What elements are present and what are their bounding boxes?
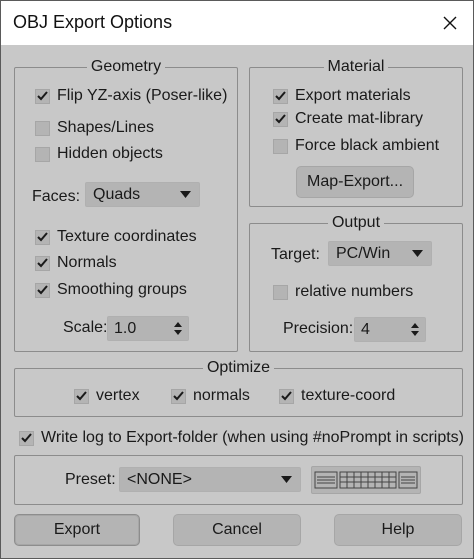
triangle-down-icon: [281, 476, 292, 483]
checkbox-box[interactable]: [171, 388, 186, 404]
scale-label: Scale:: [63, 319, 108, 336]
material-group-title: Material: [323, 58, 389, 75]
spinner-arrows-icon[interactable]: [411, 322, 419, 337]
faces-value: Quads: [93, 185, 141, 203]
optimize-vertex-label: vertex: [96, 387, 140, 404]
checkbox-box[interactable]: [273, 111, 288, 127]
preset-manager-icon: [314, 471, 418, 489]
checkmark-icon: [275, 91, 286, 101]
checkmark-icon: [281, 391, 292, 401]
optimize-group-title: Optimize: [202, 359, 275, 376]
texture-coordinates-checkbox[interactable]: Texture coordinates: [35, 226, 197, 248]
checkbox-box[interactable]: [35, 282, 50, 298]
checkmark-icon: [37, 91, 48, 101]
map-export-button[interactable]: Map-Export...: [296, 166, 414, 198]
dialog-window: OBJ Export Options Geometry Flip YZ-axis…: [0, 0, 474, 559]
precision-spinner[interactable]: 4: [354, 317, 426, 342]
checkbox-box[interactable]: [35, 229, 50, 245]
write-log-label: Write log to Export-folder (when using #…: [41, 429, 464, 446]
scale-spinner[interactable]: 1.0: [107, 316, 189, 341]
normals-checkbox[interactable]: Normals: [35, 252, 117, 274]
checkbox-box[interactable]: [273, 138, 288, 154]
precision-value: 4: [361, 320, 370, 338]
checkmark-icon: [21, 433, 32, 443]
triangle-down-icon: [412, 250, 423, 257]
texture-coordinates-label: Texture coordinates: [57, 228, 197, 245]
flip-yz-label: Flip YZ-axis (Poser-like): [57, 87, 228, 104]
optimize-normals-label: normals: [193, 387, 250, 404]
close-icon: [443, 16, 457, 30]
window-title: OBJ Export Options: [13, 12, 173, 32]
checkbox-box[interactable]: [35, 120, 50, 136]
optimize-group: Optimize vertex normals texture-coord: [14, 359, 463, 417]
close-button[interactable]: [427, 1, 473, 45]
optimize-texture-coord-checkbox[interactable]: texture-coord: [279, 385, 395, 407]
faces-label: Faces:: [32, 188, 81, 205]
checkbox-box[interactable]: [74, 388, 89, 404]
target-dropdown[interactable]: PC/Win: [328, 241, 432, 266]
spinner-arrows-icon[interactable]: [174, 321, 182, 336]
geometry-group: Geometry Flip YZ-axis (Poser-like) Shape…: [14, 58, 238, 352]
export-materials-label: Export materials: [295, 87, 411, 104]
checkmark-icon: [37, 258, 48, 268]
preset-value: <NONE>: [127, 470, 192, 488]
smoothing-groups-label: Smoothing groups: [57, 281, 187, 298]
relative-numbers-checkbox[interactable]: relative numbers: [273, 281, 413, 303]
flip-yz-checkbox[interactable]: Flip YZ-axis (Poser-like): [35, 85, 227, 107]
checkbox-box[interactable]: [19, 430, 34, 446]
hidden-objects-checkbox[interactable]: Hidden objects: [35, 143, 163, 165]
optimize-vertex-checkbox[interactable]: vertex: [74, 385, 140, 407]
checkmark-icon: [173, 391, 184, 401]
geometry-group-title: Geometry: [86, 58, 166, 75]
preset-dropdown[interactable]: <NONE>: [119, 467, 301, 492]
export-button[interactable]: Export: [14, 514, 140, 546]
checkbox-box[interactable]: [35, 255, 50, 271]
create-mat-library-label: Create mat-library: [295, 110, 424, 127]
force-black-ambient-label: Force black ambient: [295, 137, 440, 154]
write-log-checkbox[interactable]: Write log to Export-folder (when using #…: [19, 427, 464, 449]
scale-value: 1.0: [114, 319, 137, 337]
help-button[interactable]: Help: [334, 514, 462, 546]
normals-label: Normals: [57, 254, 117, 271]
preset-label: Preset:: [65, 471, 116, 488]
cancel-button[interactable]: Cancel: [173, 514, 301, 546]
checkbox-box[interactable]: [273, 284, 288, 300]
output-group-title: Output: [327, 214, 385, 231]
checkmark-icon: [275, 114, 286, 124]
precision-label: Precision:: [283, 320, 354, 337]
checkbox-box[interactable]: [279, 388, 294, 404]
shapes-lines-checkbox[interactable]: Shapes/Lines: [35, 117, 154, 139]
material-group: Material Export materials Create mat-lib…: [249, 58, 463, 207]
optimize-texture-coord-label: texture-coord: [301, 387, 396, 404]
target-value: PC/Win: [336, 244, 391, 262]
dialog-body: Geometry Flip YZ-axis (Poser-like) Shape…: [1, 45, 473, 558]
checkbox-box[interactable]: [35, 146, 50, 162]
force-black-ambient-checkbox[interactable]: Force black ambient: [273, 135, 439, 157]
export-materials-checkbox[interactable]: Export materials: [273, 85, 411, 107]
output-group: Output Target: PC/Win relative numbers P…: [249, 214, 463, 352]
optimize-normals-checkbox[interactable]: normals: [171, 385, 250, 407]
shapes-lines-label: Shapes/Lines: [57, 119, 154, 136]
create-mat-library-checkbox[interactable]: Create mat-library: [273, 108, 423, 130]
preset-manager-button[interactable]: [311, 466, 421, 494]
checkmark-icon: [76, 391, 87, 401]
triangle-down-icon: [180, 191, 191, 198]
smoothing-groups-checkbox[interactable]: Smoothing groups: [35, 279, 187, 301]
preset-panel: Preset: <NONE>: [14, 455, 463, 505]
relative-numbers-label: relative numbers: [295, 283, 414, 300]
checkmark-icon: [37, 232, 48, 242]
hidden-objects-label: Hidden objects: [57, 145, 163, 162]
checkbox-box[interactable]: [273, 88, 288, 104]
checkmark-icon: [37, 285, 48, 295]
target-label: Target:: [271, 246, 320, 263]
title-bar[interactable]: OBJ Export Options: [1, 1, 473, 45]
checkbox-box[interactable]: [35, 88, 50, 104]
faces-dropdown[interactable]: Quads: [85, 182, 200, 207]
